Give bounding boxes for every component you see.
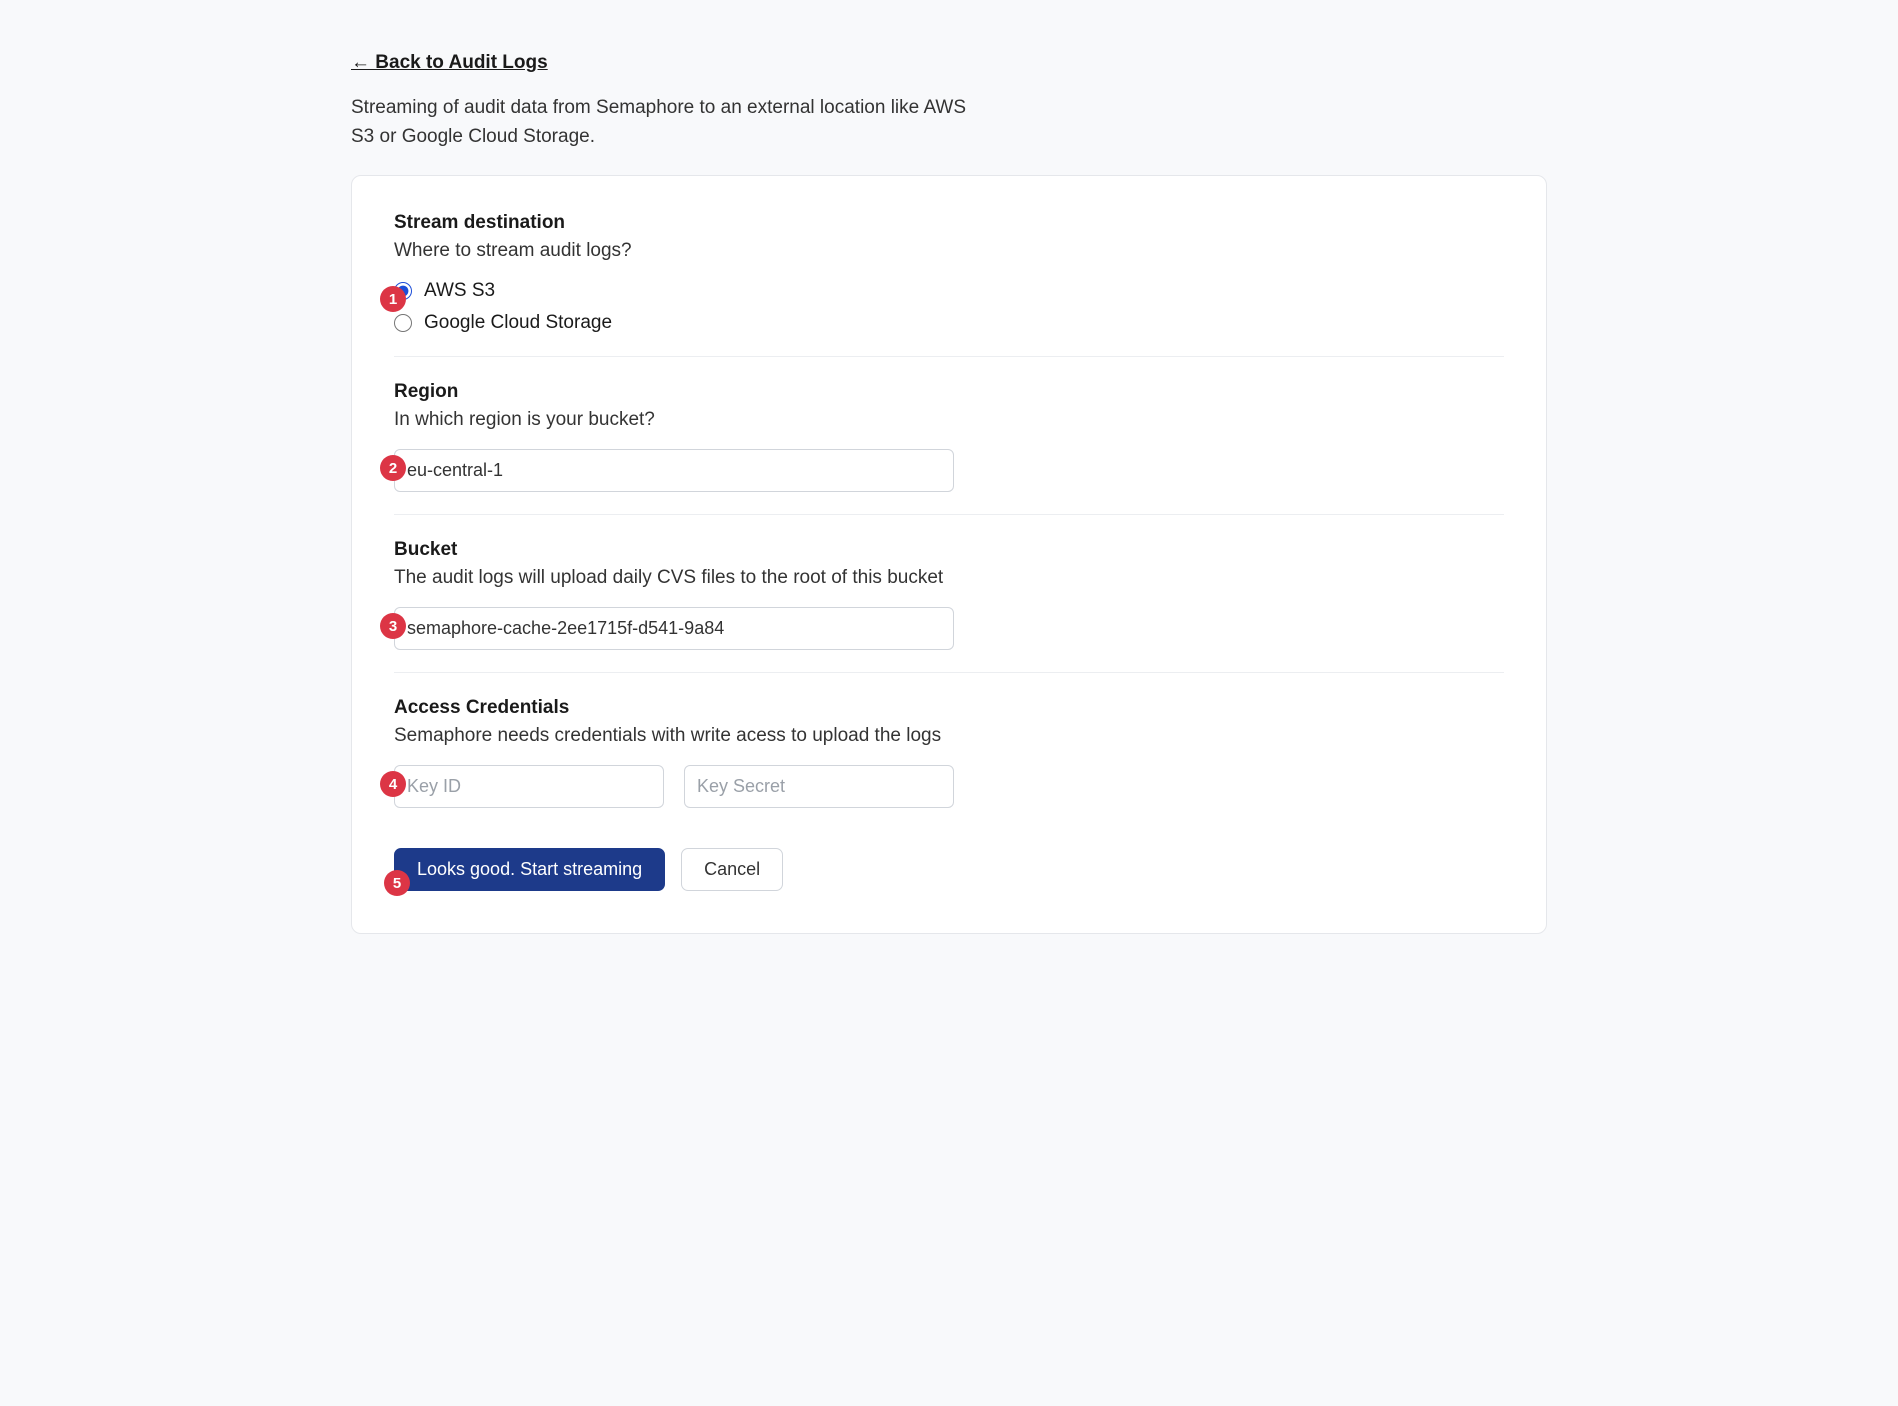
bucket-input[interactable]	[394, 607, 954, 650]
bucket-sub: The audit logs will upload daily CVS fil…	[394, 567, 1504, 589]
audit-stream-config-page: ← Back to Audit Logs Streaming of audit …	[319, 24, 1579, 966]
step-badge-4: 4	[380, 771, 406, 797]
config-card: 1 Stream destination Where to stream aud…	[351, 175, 1547, 934]
step-badge-2: 2	[380, 455, 406, 481]
radio-gcs-label[interactable]: Google Cloud Storage	[424, 312, 612, 334]
stream-destination-section: 1 Stream destination Where to stream aud…	[394, 212, 1504, 334]
cancel-button[interactable]: Cancel	[681, 848, 783, 891]
region-section: 2 Region In which region is your bucket?	[394, 381, 1504, 492]
region-title: Region	[394, 381, 1504, 403]
credentials-section: 4 Access Credentials Semaphore needs cre…	[394, 697, 1504, 808]
radio-aws-s3-label[interactable]: AWS S3	[424, 280, 495, 302]
step-badge-1: 1	[380, 286, 406, 312]
credentials-sub: Semaphore needs credentials with write a…	[394, 725, 1504, 747]
key-secret-input[interactable]	[684, 765, 954, 808]
bucket-section: 3 Bucket The audit logs will upload dail…	[394, 539, 1504, 650]
step-badge-3: 3	[380, 613, 406, 639]
bucket-title: Bucket	[394, 539, 1504, 561]
radio-google-cloud-storage[interactable]	[394, 314, 412, 332]
destination-radio-group: AWS S3 Google Cloud Storage	[394, 280, 1504, 334]
stream-destination-sub: Where to stream audit logs?	[394, 240, 1504, 262]
step-badge-5: 5	[384, 870, 410, 896]
stream-destination-title: Stream destination	[394, 212, 1504, 234]
back-to-audit-logs-link[interactable]: ← Back to Audit Logs	[351, 52, 548, 74]
action-button-row: 5 Looks good. Start streaming Cancel	[394, 848, 1504, 891]
region-sub: In which region is your bucket?	[394, 409, 1504, 431]
divider	[394, 514, 1504, 515]
divider	[394, 356, 1504, 357]
credentials-title: Access Credentials	[394, 697, 1504, 719]
divider	[394, 672, 1504, 673]
start-streaming-button[interactable]: Looks good. Start streaming	[394, 848, 665, 891]
key-id-input[interactable]	[394, 765, 664, 808]
intro-text: Streaming of audit data from Semaphore t…	[351, 94, 991, 151]
region-input[interactable]	[394, 449, 954, 492]
